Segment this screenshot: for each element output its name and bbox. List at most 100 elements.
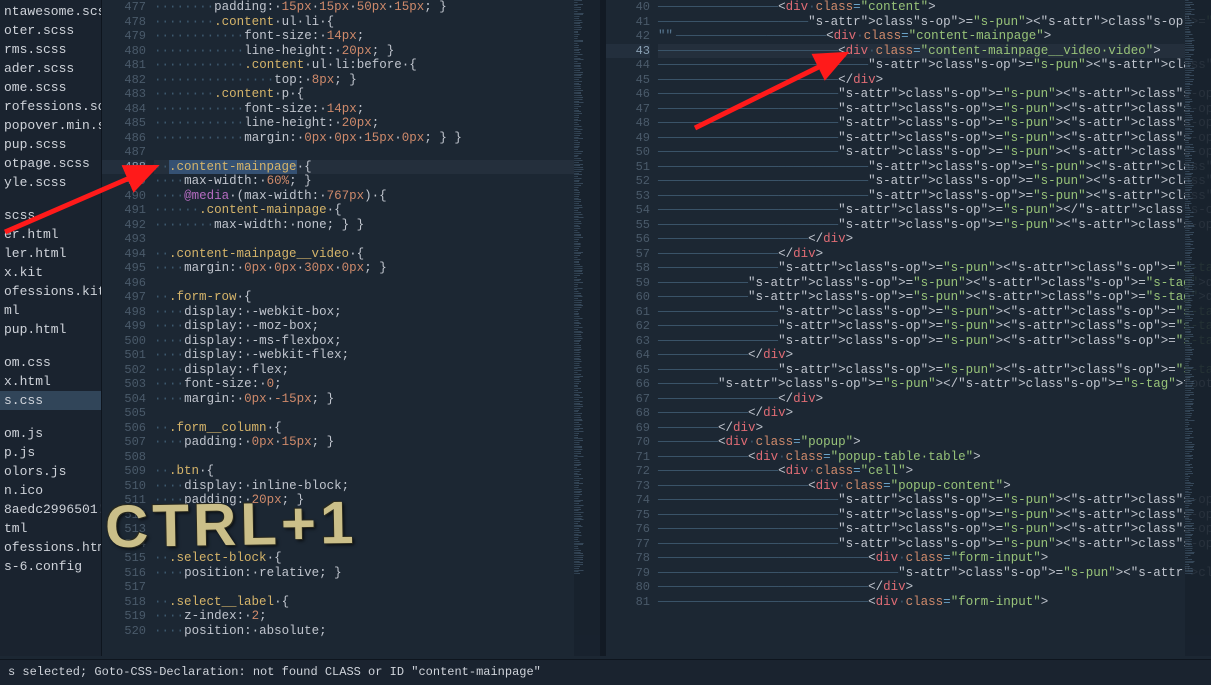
code-line[interactable]: ————————————————"s-attr">class"s-op">="s…: [658, 305, 1185, 320]
file-item[interactable]: om.css: [0, 353, 101, 372]
code-line[interactable]: ————————————————————</div>: [658, 232, 1185, 247]
file-item[interactable]: rofessions.scss: [0, 97, 101, 116]
code-line[interactable]: ····display:·flex;: [154, 363, 574, 378]
code-line[interactable]: ————————————————<div·class="cell">: [658, 464, 1185, 479]
file-item[interactable]: oter.scss: [0, 21, 101, 40]
file-item[interactable]: otpage.scss: [0, 154, 101, 173]
code-line[interactable]: ————————————————————————"s-attr">class"s…: [658, 493, 1185, 508]
file-item[interactable]: s.css: [0, 391, 101, 410]
left-editor-pane[interactable]: 4774784794804814824834844854864874884894…: [102, 0, 600, 656]
code-line[interactable]: ————————————————————————————<div·class="…: [658, 595, 1185, 610]
code-line[interactable]: ————————————————————————"s-attr">class"s…: [658, 102, 1185, 117]
code-line[interactable]: [154, 406, 574, 421]
code-line[interactable]: ————————————————<div·class="content">: [658, 0, 1185, 15]
file-item[interactable]: s-6.config: [0, 557, 101, 576]
code-line[interactable]: ····display:·-ms-flexbox;: [154, 334, 574, 349]
code-line[interactable]: ————————————————"s-attr">class"s-op">="s…: [658, 261, 1185, 276]
file-item[interactable]: 8aedc2996501!: [0, 500, 101, 519]
code-line[interactable]: ····display:·-moz-box;: [154, 319, 574, 334]
code-line[interactable]: [154, 145, 574, 160]
file-item[interactable]: ader.scss: [0, 59, 101, 78]
code-line[interactable]: [154, 232, 574, 247]
code-line[interactable]: ————————————————————————————"s-attr">cla…: [658, 58, 1185, 73]
file-item[interactable]: ler.html: [0, 244, 101, 263]
code-line[interactable]: ————————————————————————<div·class="cont…: [658, 44, 1185, 59]
code-line[interactable]: ————————————————————————————"s-attr">cla…: [658, 160, 1185, 175]
file-item[interactable]: ofessions.html: [0, 538, 101, 557]
code-line[interactable]: ————————————</div>: [658, 348, 1185, 363]
file-item[interactable]: x.kit: [0, 263, 101, 282]
file-item[interactable]: ofessions.kit: [0, 282, 101, 301]
code-line[interactable]: ————————————————————————"s-attr">class"s…: [658, 203, 1185, 218]
left-code[interactable]: ········padding:·15px·15px·50px·15px; }·…: [154, 0, 574, 656]
code-line[interactable]: ————————————————</div>: [658, 247, 1185, 262]
code-line[interactable]: ················top:·8px; }: [154, 73, 574, 88]
file-item[interactable]: popover.min.scss: [0, 116, 101, 135]
code-line[interactable]: ····max-width:·60%; }: [154, 174, 574, 189]
code-line[interactable]: ··.form-row·{: [154, 290, 574, 305]
file-item[interactable]: ome.scss: [0, 78, 101, 97]
file-item[interactable]: er.html: [0, 225, 101, 244]
right-editor-pane[interactable]: 4041424344454647484950515253545556575859…: [606, 0, 1211, 656]
code-line[interactable]: ··.content-mainpage·{: [154, 160, 574, 175]
code-line[interactable]: ————————————————————————"s-attr">class"s…: [658, 131, 1185, 146]
code-line[interactable]: ————————————</div>: [658, 406, 1185, 421]
file-item[interactable]: pup.scss: [0, 135, 101, 154]
code-line[interactable]: ····position:·relative; }: [154, 566, 574, 581]
code-line[interactable]: ————————————————————————————"s-attr">cla…: [658, 174, 1185, 189]
code-line[interactable]: ······.content-mainpage·{: [154, 203, 574, 218]
code-line[interactable]: ············line-height:·20px; }: [154, 44, 574, 59]
code-line[interactable]: ····padding:·20px; }: [154, 493, 574, 508]
file-item[interactable]: n.ico: [0, 481, 101, 500]
file-sidebar[interactable]: ntawesome.scssoter.scssrms.scssader.scss…: [0, 0, 102, 656]
file-item[interactable]: yle.scss: [0, 173, 101, 192]
code-line[interactable]: ············.content·ul·li:before·{: [154, 58, 574, 73]
code-line[interactable]: ····margin:·0px·0px·30px·0px; }: [154, 261, 574, 276]
right-minimap[interactable]: [1185, 0, 1211, 656]
code-line[interactable]: ————————————————————"s-attr">class"s-op"…: [658, 15, 1185, 30]
code-line[interactable]: [154, 522, 574, 537]
code-line[interactable]: ————————————————————————</div>: [658, 73, 1185, 88]
code-line[interactable]: ————————————————————————————<div·class="…: [658, 551, 1185, 566]
code-line[interactable]: ····padding:·0px·15px; }: [154, 435, 574, 450]
file-item[interactable]: olors.js: [0, 462, 101, 481]
code-line[interactable]: [154, 508, 574, 523]
file-item[interactable]: ml: [0, 301, 101, 320]
code-line[interactable]: ————————"s-attr">class"s-op">="s-pun"></…: [658, 377, 1185, 392]
code-line[interactable]: ————————</div>: [658, 421, 1185, 436]
code-line[interactable]: ————————————<div·class="popup-table·tabl…: [658, 450, 1185, 465]
code-line[interactable]: ····@media·(max-width:·767px)·{: [154, 189, 574, 204]
code-line[interactable]: ····display:·-webkit-box;: [154, 305, 574, 320]
code-line[interactable]: ····font-size:·0;: [154, 377, 574, 392]
code-line[interactable]: ··.select__label·{: [154, 595, 574, 610]
file-item[interactable]: pup.html: [0, 320, 101, 339]
file-item[interactable]: tml: [0, 519, 101, 538]
code-line[interactable]: ············font-size:·14px;: [154, 102, 574, 117]
code-line[interactable]: [154, 580, 574, 595]
code-line[interactable]: ————————————————————————————"s-attr">cla…: [658, 189, 1185, 204]
code-line[interactable]: [154, 276, 574, 291]
code-line[interactable]: ————————————"s-attr">class"s-op">="s-pun…: [658, 290, 1185, 305]
code-line[interactable]: ············margin:·0px·0px·15px·0px; } …: [154, 131, 574, 146]
file-item[interactable]: ntawesome.scss: [0, 2, 101, 21]
code-line[interactable]: ····display:·inline-block;: [154, 479, 574, 494]
file-item[interactable]: om.js: [0, 424, 101, 443]
code-line[interactable]: ————————————————————————————</div>: [658, 580, 1185, 595]
code-line[interactable]: [154, 537, 574, 552]
code-line[interactable]: [154, 450, 574, 465]
code-line[interactable]: ————————————————————————"s-attr">class"s…: [658, 537, 1185, 552]
code-line[interactable]: ————————————————————<div·class="popup-co…: [658, 479, 1185, 494]
code-line[interactable]: ————————————————</div>: [658, 392, 1185, 407]
code-line[interactable]: ····margin:·0px·-15px; }: [154, 392, 574, 407]
code-line[interactable]: ————————————————"s-attr">class"s-op">="s…: [658, 363, 1185, 378]
code-line[interactable]: ····z-index:·2;: [154, 609, 574, 624]
code-line[interactable]: ····position:·absolute;: [154, 624, 574, 639]
code-line[interactable]: ————————————————————————————————"s-attr"…: [658, 566, 1185, 581]
code-line[interactable]: ········.content·p·{: [154, 87, 574, 102]
code-line[interactable]: ··.form__column·{: [154, 421, 574, 436]
code-line[interactable]: ————————————————————————"s-attr">class"s…: [658, 522, 1185, 537]
file-item[interactable]: p.js: [0, 443, 101, 462]
code-line[interactable]: ············line-height:·20px;: [154, 116, 574, 131]
file-item[interactable]: x.html: [0, 372, 101, 391]
code-line[interactable]: ————————————————————————"s-attr">class"s…: [658, 218, 1185, 233]
